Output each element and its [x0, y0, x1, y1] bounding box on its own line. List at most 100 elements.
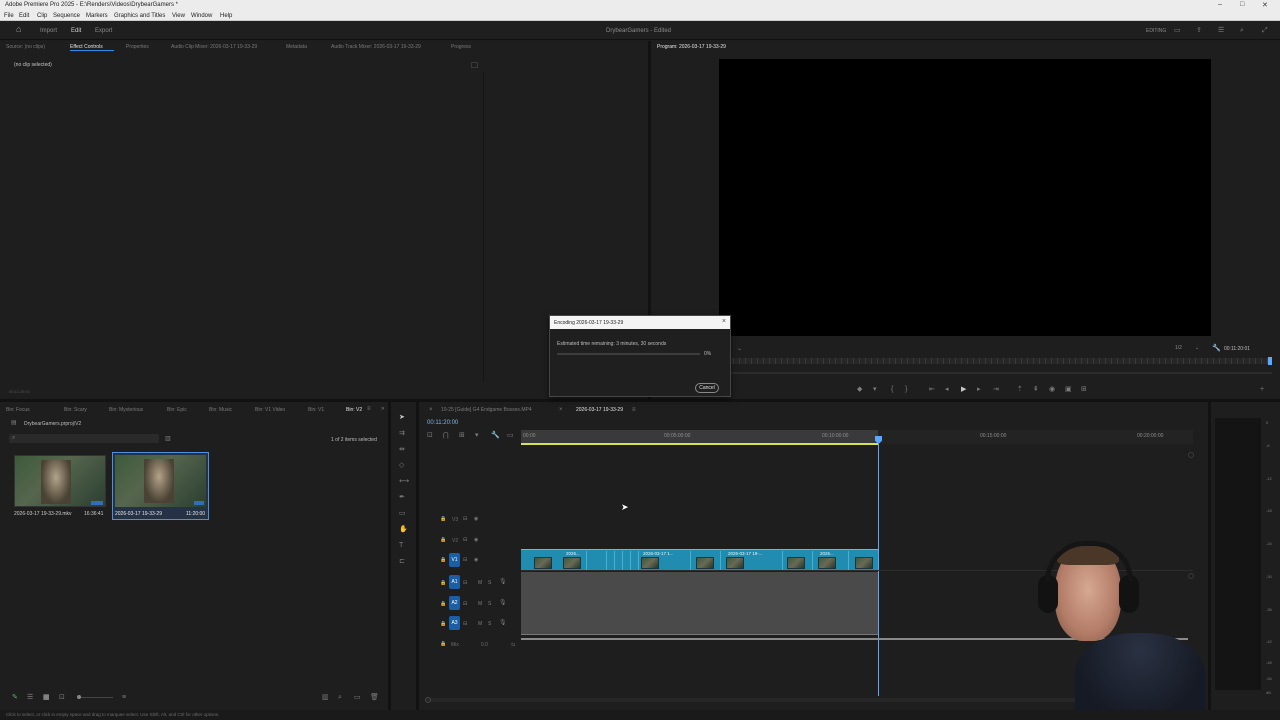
menu-help[interactable]: Help [220, 13, 232, 19]
bin-item-thumbnail[interactable] [14, 455, 106, 507]
extract-icon[interactable]: ⇞ [1033, 386, 1039, 393]
sync-lock-icon[interactable]: ⊟ [463, 516, 467, 523]
tab-bin-v2[interactable]: Bin: V2 [346, 407, 362, 413]
microphone-icon[interactable]: 🎙 [499, 620, 507, 627]
list-view-icon[interactable]: ☰ [27, 694, 33, 701]
workspace-mode-label[interactable]: EDITING [1146, 28, 1166, 34]
mix-volume-value[interactable]: 0.0 [481, 642, 488, 648]
marker-icon[interactable]: ◆ [857, 386, 862, 393]
menu-sequence[interactable]: Sequence [53, 13, 80, 19]
delete-icon[interactable]: 🗑 [370, 694, 379, 701]
workspaces-icon[interactable]: ▭ [1174, 27, 1181, 34]
menu-edit[interactable]: Edit [19, 13, 29, 19]
new-search-bin-icon[interactable]: ▥ [165, 436, 171, 443]
solo-icon[interactable]: S [488, 621, 491, 628]
fullscreen-icon[interactable]: ⤢ [1262, 27, 1268, 34]
timeline-toggle-icon[interactable] [471, 62, 478, 68]
tab-bin-v1-video[interactable]: Bin: V1 Video [255, 407, 285, 413]
lock-icon[interactable]: 🔒 [440, 537, 446, 544]
solo-icon[interactable]: S [488, 580, 491, 587]
cancel-button[interactable]: Cancel [695, 383, 719, 393]
play-icon[interactable]: ▶ [961, 386, 966, 393]
microphone-icon[interactable]: 🎙 [499, 579, 507, 586]
tab-audio-clip-mixer[interactable]: Audio Clip Mixer: 2026-03-17 19-33-29 [171, 44, 257, 50]
tab-sequence-guide[interactable]: 10-25 [Guide] G4 Endgame Bosses.MP4 [441, 407, 532, 413]
workspace-tab-edit[interactable]: Edit [71, 28, 81, 34]
timeline-timecode[interactable]: 00:11:20:00 [427, 420, 458, 426]
lock-icon[interactable]: 🔒 [440, 641, 446, 648]
track-v3-label[interactable]: V3 [452, 517, 458, 523]
comparison-view-icon[interactable]: ▣ [1065, 386, 1072, 393]
clip-edit-point[interactable] [812, 551, 813, 570]
resolution-select[interactable]: 1/2 [1175, 345, 1182, 351]
search-icon[interactable]: ⌕ [1240, 27, 1244, 34]
lift-icon[interactable]: ⇡ [1017, 386, 1023, 393]
find-icon[interactable]: ⌕ [338, 694, 342, 701]
ripple-edit-tool-icon[interactable]: ⇹ [399, 446, 405, 453]
mute-icon[interactable]: M [478, 601, 482, 608]
bin-search-input[interactable] [9, 434, 159, 443]
dialog-close-icon[interactable]: × [722, 318, 726, 325]
menu-file[interactable]: File [4, 13, 14, 19]
sync-lock-icon[interactable]: ⊟ [463, 557, 467, 564]
tab-close-icon[interactable]: × [429, 407, 433, 413]
lock-icon[interactable]: 🔒 [440, 580, 446, 587]
track-a2-label[interactable]: A2 [449, 596, 460, 610]
go-to-out-icon[interactable]: ⇥ [993, 386, 999, 393]
razor-tool-icon[interactable]: ◇ [399, 462, 404, 469]
slip-tool-icon[interactable]: ⟷ [399, 478, 409, 485]
sync-lock-icon[interactable]: ⊟ [463, 580, 467, 587]
microphone-icon[interactable]: 🎙 [499, 600, 507, 607]
clip-edit-point[interactable] [622, 551, 623, 570]
menu-markers[interactable]: Markers [86, 13, 108, 19]
clip-edit-point[interactable] [720, 551, 721, 570]
program-time-ruler[interactable] [727, 358, 1272, 364]
track-v2-label[interactable]: V2 [452, 538, 458, 544]
resolution-chevron-icon[interactable]: ⌄ [1195, 345, 1199, 351]
tab-bin-epic[interactable]: Bin: Epic [167, 407, 187, 413]
clip-edit-point[interactable] [630, 551, 631, 570]
add-button-icon[interactable]: + [1260, 386, 1264, 393]
work-area-bar[interactable] [521, 443, 878, 445]
mark-out-icon[interactable]: } [905, 386, 907, 393]
clip-edit-point[interactable] [638, 551, 639, 570]
timeline-settings-icon[interactable]: 🔧 [491, 432, 500, 439]
scrollbar-left-handle[interactable] [425, 697, 431, 703]
panel-menu-icon[interactable]: ☰ [1218, 27, 1224, 34]
automate-icon[interactable]: ▥ [322, 694, 329, 701]
icon-view-icon[interactable]: ▦ [43, 694, 50, 701]
tab-audio-track-mixer[interactable]: Audio Track Mixer: 2026-03-17 19-33-29 [331, 44, 421, 50]
pen-tool-icon[interactable]: ✒ [399, 494, 405, 501]
tab-source[interactable]: Source: (no clips) [6, 44, 45, 50]
rectangle-tool-icon[interactable]: ▭ [399, 510, 406, 517]
clip-edit-point[interactable] [614, 551, 615, 570]
snap-icon[interactable]: ⋂ [443, 432, 449, 439]
type-tool-icon[interactable]: T [399, 542, 403, 549]
more-tabs-icon[interactable]: » [381, 406, 384, 413]
wrench-icon[interactable]: 🔧 [1212, 344, 1221, 352]
solo-icon[interactable]: S [488, 601, 491, 608]
track-v1-label[interactable]: V1 [449, 553, 460, 567]
sync-lock-icon[interactable]: ⊟ [463, 601, 467, 608]
eye-icon[interactable]: ◉ [474, 537, 478, 544]
clip-edit-point[interactable] [782, 551, 783, 570]
close-window-button[interactable]: ✕ [1262, 1, 1268, 9]
proxy-toggle-icon[interactable]: ⊞ [1081, 386, 1087, 393]
freeform-view-icon[interactable]: ⊡ [59, 694, 65, 701]
clip-edit-point[interactable] [586, 551, 587, 570]
lock-icon[interactable]: 🔒 [440, 557, 446, 564]
home-icon[interactable]: ⌂ [16, 25, 21, 34]
sync-lock-icon[interactable]: ⊟ [463, 621, 467, 628]
minimize-button[interactable]: – [1218, 1, 1222, 8]
tab-sequence-active[interactable]: 2026-03-17 19-33-29 [576, 407, 623, 413]
step-back-icon[interactable]: ◂ [945, 386, 949, 393]
eye-icon[interactable]: ◉ [474, 557, 478, 564]
new-bin-icon[interactable]: ▭ [354, 694, 361, 701]
tab-bin-v1[interactable]: Bin: V1 [308, 407, 324, 413]
insert-sequence-icon[interactable]: ⊡ [427, 432, 433, 439]
tab-bin-focus[interactable]: Bin: Focus [6, 407, 30, 413]
sort-icon[interactable]: ≡ [122, 694, 126, 701]
sequence-menu-icon[interactable]: ≡ [632, 407, 636, 413]
lock-icon[interactable]: 🔒 [440, 621, 446, 628]
bin-item-selected[interactable]: 2026-03-17 19-33-29 11:20:00 [112, 452, 209, 520]
